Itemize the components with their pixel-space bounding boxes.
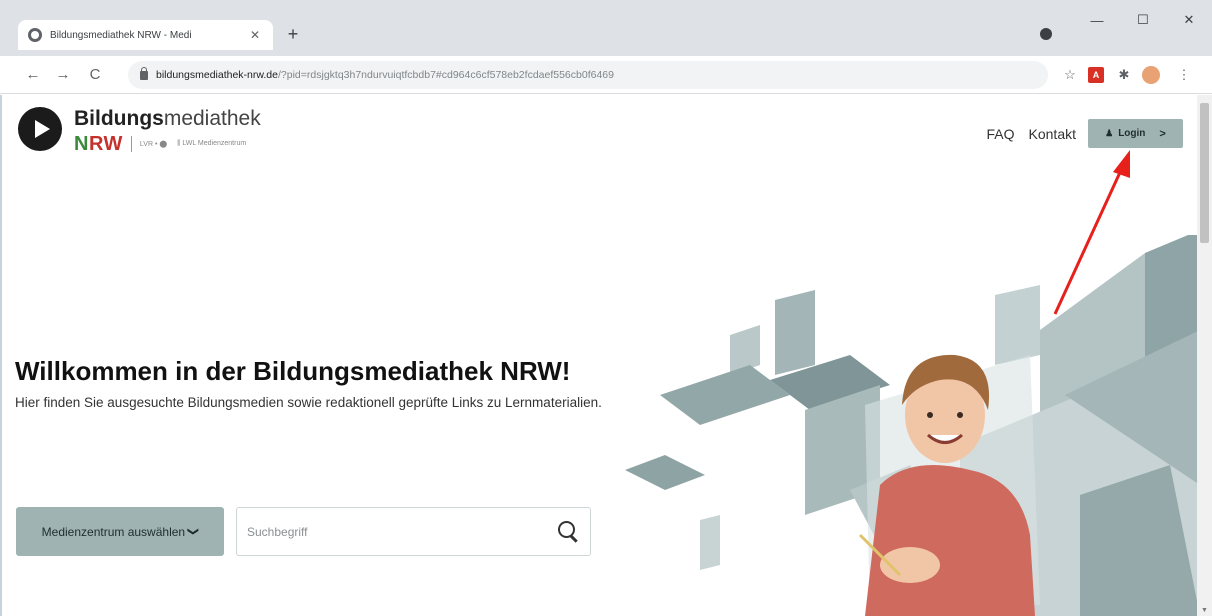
partner-logo-lwl: ⫼ LWL Medienzentrum	[177, 140, 247, 147]
logo-title: Bildungsmediathek	[74, 107, 261, 131]
profile-avatar[interactable]	[1142, 66, 1160, 84]
browser-tab-bar: Bildungsmediathek NRW - Medi ✕ + — ☐ ✕	[0, 0, 1212, 56]
hero-section: Willkommen in der Bildungsmediathek NRW!…	[15, 352, 615, 413]
hero-shape	[625, 455, 705, 490]
media-record-icon[interactable]	[1040, 28, 1052, 40]
window-controls: — ☐ ✕	[1074, 0, 1212, 40]
boy-eye	[927, 412, 933, 418]
bookmark-star-icon[interactable]: ☆	[1060, 65, 1080, 85]
url-host: bildungsmediathek-nrw.de	[156, 69, 278, 81]
chevron-down-icon: ❯	[187, 526, 200, 537]
browser-menu-icon[interactable]: ⋮	[1174, 65, 1194, 85]
pdf-extension-icon[interactable]: A	[1088, 67, 1104, 83]
logo-divider	[130, 136, 132, 152]
lock-icon[interactable]	[140, 66, 148, 80]
maximize-button[interactable]: ☐	[1120, 0, 1166, 40]
nav-faq-link[interactable]: FAQ	[987, 126, 1015, 142]
extensions-puzzle-icon[interactable]: ✱	[1114, 65, 1134, 85]
forward-button[interactable]: →	[52, 64, 74, 86]
minimize-button[interactable]: —	[1074, 0, 1120, 40]
main-nav: FAQ Kontakt ♟ Login >	[973, 119, 1183, 148]
tab-title: Bildungsmediathek NRW - Medi	[50, 29, 192, 41]
login-label: Login	[1118, 128, 1146, 139]
hero-shape	[700, 515, 720, 570]
logo-title-light: mediathek	[163, 107, 261, 130]
media-center-select-label: Medienzentrum auswählen	[41, 524, 186, 539]
scroll-down-icon[interactable]: ▼	[1200, 607, 1209, 614]
hero-description: Hier finden Sie ausgesuchte Bildungsmedi…	[15, 395, 602, 410]
site-favicon-icon	[28, 28, 42, 42]
hero-shape	[995, 285, 1040, 365]
browser-tab[interactable]: Bildungsmediathek NRW - Medi ✕	[18, 20, 273, 50]
close-window-button[interactable]: ✕	[1166, 0, 1212, 40]
site-logo[interactable]: Bildungsmediathek NRW LVR • ⬤ ⫼ LWL Medi…	[18, 107, 261, 155]
search-icon[interactable]	[556, 520, 580, 544]
boy-eye	[957, 412, 963, 418]
logo-nrw-rw: RW	[88, 133, 123, 155]
page-content: Bildungsmediathek NRW LVR • ⬤ ⫼ LWL Medi…	[10, 95, 1197, 616]
back-button[interactable]: ←	[22, 64, 44, 86]
address-bar[interactable]: bildungsmediathek-nrw.de/?pid=rdsjgktq3h…	[128, 61, 1048, 89]
search-field	[236, 507, 591, 556]
logo-title-bold: Bildungs	[74, 107, 164, 130]
media-center-select[interactable]: Medienzentrum auswählen ❯	[16, 507, 224, 556]
scrollbar-thumb[interactable]	[1200, 103, 1209, 243]
page-title: Willkommen in der Bildungsmediathek NRW!	[15, 356, 571, 386]
browser-toolbar: ← → C bildungsmediathek-nrw.de/?pid=rdsj…	[0, 56, 1212, 94]
partner-logo-lvr: LVR • ⬤	[139, 141, 168, 148]
login-button[interactable]: ♟ Login >	[1088, 119, 1183, 148]
tab-close-icon[interactable]: ✕	[247, 28, 263, 42]
nav-contact-link[interactable]: Kontakt	[1029, 126, 1076, 142]
reload-button[interactable]: C	[84, 64, 106, 86]
page-scrollbar[interactable]: ▼	[1197, 95, 1212, 616]
new-tab-button[interactable]: +	[283, 24, 303, 44]
play-logo-icon	[18, 107, 62, 151]
logo-nrw-n: N	[74, 133, 89, 155]
url-path: /?pid=rdsjgktq3h7ndurvuiqtfcbdb7#cd964c6…	[278, 69, 614, 81]
hero-illustration	[625, 235, 1197, 616]
window-left-edge	[0, 95, 10, 616]
search-input[interactable]	[247, 524, 556, 539]
hero-shape	[775, 290, 815, 375]
search-bar: Medienzentrum auswählen ❯	[16, 507, 591, 556]
logo-subline: NRW LVR • ⬤ ⫼ LWL Medienzentrum	[74, 133, 261, 155]
chevron-right-icon: >	[1159, 127, 1166, 140]
hero-shape	[660, 365, 790, 425]
logo-nrw: NRW	[74, 133, 123, 155]
user-icon: ♟	[1105, 128, 1114, 138]
